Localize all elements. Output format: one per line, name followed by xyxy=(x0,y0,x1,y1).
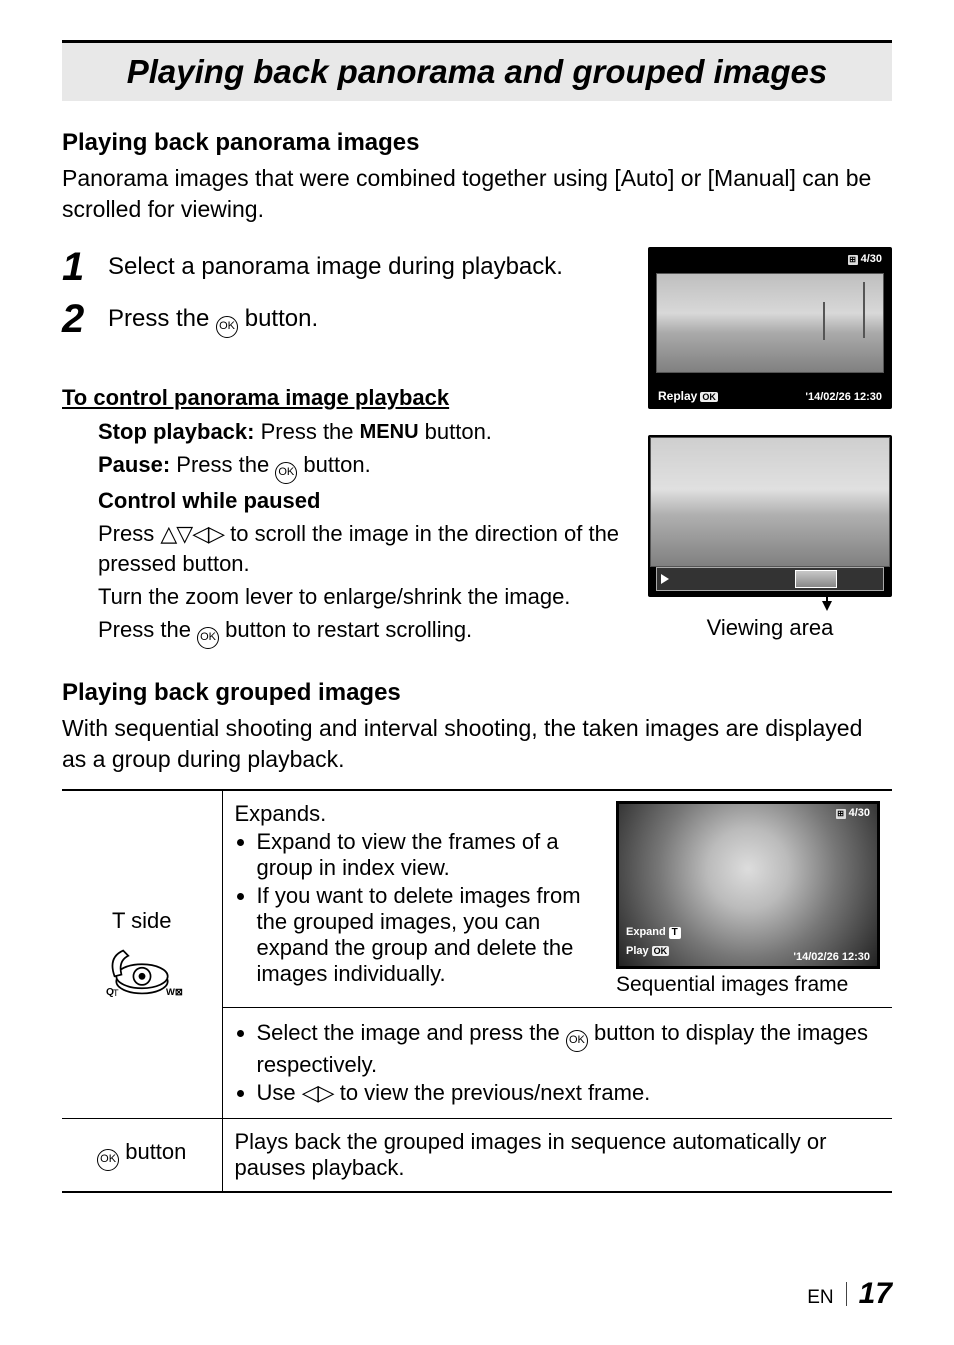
panorama-thumbnail xyxy=(656,273,884,373)
ok-button-icon: OK xyxy=(216,316,238,338)
ok-button-icon: OK xyxy=(275,462,297,484)
control-restart-line: Press the OK button to restart scrolling… xyxy=(98,615,624,649)
panorama-intro: Panorama images that were combined toget… xyxy=(62,163,892,225)
grouped-intro: With sequential shooting and interval sh… xyxy=(62,713,892,775)
sequential-thumbnail xyxy=(619,804,877,966)
step-1-text: Select a panorama image during playback. xyxy=(108,247,563,283)
viewing-area-caption: Viewing area xyxy=(648,615,892,641)
panorama-datetime: '14/02/26 12:30 xyxy=(805,391,882,403)
bullet-delete-individually: If you want to delete images from the gr… xyxy=(257,883,603,987)
step-number-1: 1 xyxy=(62,247,92,287)
ok-button-row-text: Plays back the grouped images in sequenc… xyxy=(222,1119,892,1193)
play-icon xyxy=(661,574,669,584)
step-number-2: 2 xyxy=(62,299,92,339)
grouped-controls-table: T side Q W⊠ T xyxy=(62,789,892,1193)
footer-lang: EN xyxy=(807,1287,833,1309)
page-title-bar: Playing back panorama and grouped images xyxy=(62,40,892,101)
group-icon: ⊞ xyxy=(848,255,858,265)
minimap xyxy=(656,567,884,591)
page-title: Playing back panorama and grouped images xyxy=(76,53,878,91)
bullet-select-display: Select the image and press the OK button… xyxy=(257,1020,881,1078)
panorama-counter: 4/30 xyxy=(861,253,882,265)
ok-badge-icon: OK xyxy=(652,946,670,956)
step-2-text: Press the OK button. xyxy=(108,299,318,338)
control-zoom-line: Turn the zoom lever to enlarge/shrink th… xyxy=(98,582,624,613)
bullet-expand-index: Expand to view the frames of a group in … xyxy=(257,829,603,881)
arrow-pad-icon: △▽◁▷ xyxy=(160,521,224,546)
svg-text:W⊠: W⊠ xyxy=(166,986,183,997)
grouped-heading: Playing back grouped images xyxy=(62,679,892,707)
sequential-frame-screen: ⊞4/30 ExpandT PlayOK '14/02/26 12:30 xyxy=(616,801,880,969)
sequential-caption: Sequential images frame xyxy=(616,973,880,997)
t-badge-icon: T xyxy=(669,927,681,939)
viewing-area-screen xyxy=(648,435,892,597)
minimap-viewport xyxy=(795,570,837,588)
control-heading: To control panorama image playback xyxy=(62,385,624,411)
panorama-heading: Playing back panorama images xyxy=(62,129,892,157)
replay-label: Replay xyxy=(658,389,697,403)
bullet-prev-next: Use ◁▷ to view the previous/next frame. xyxy=(257,1080,881,1106)
page-footer: EN 17 xyxy=(807,1277,892,1311)
table-row: OK button Plays back the grouped images … xyxy=(62,1119,892,1193)
left-right-arrows-icon: ◁▷ xyxy=(302,1080,334,1105)
table-row: T side Q W⊠ T xyxy=(62,790,892,1008)
footer-page-number: 17 xyxy=(859,1277,892,1311)
ok-button-row-label: button xyxy=(119,1139,186,1164)
pointer-down-icon xyxy=(822,601,832,611)
svg-text:T: T xyxy=(113,987,119,998)
ok-button-icon: OK xyxy=(97,1149,119,1171)
menu-button-label: MENU xyxy=(360,421,419,443)
control-stop: Stop playback: Press the MENU button. xyxy=(98,417,624,448)
control-arrows-line: Press △▽◁▷ to scroll the image in the di… xyxy=(98,519,624,581)
seq-counter: 4/30 xyxy=(849,807,870,819)
group-icon: ⊞ xyxy=(836,809,846,819)
play-label: Play xyxy=(626,945,649,957)
expands-label: Expands. xyxy=(235,801,603,827)
expand-label: Expand xyxy=(626,926,666,938)
panorama-full-image xyxy=(650,437,890,567)
control-while-paused-label: Control while paused xyxy=(98,486,624,517)
ok-button-icon: OK xyxy=(197,627,219,649)
ok-badge-icon: OK xyxy=(700,392,718,402)
seq-datetime: '14/02/26 12:30 xyxy=(793,951,870,963)
control-pause: Pause: Press the OK button. xyxy=(98,450,624,484)
zoom-lever-icon: Q W⊠ T xyxy=(97,942,187,1002)
t-side-label: T side xyxy=(74,908,210,934)
ok-button-icon: OK xyxy=(566,1030,588,1052)
panorama-playback-screen: ⊞4/30 ReplayOK '14/02/26 12:30 xyxy=(648,247,892,409)
